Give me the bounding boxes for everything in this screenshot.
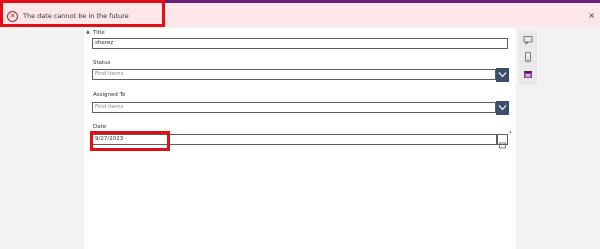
comment-icon[interactable]	[523, 35, 533, 45]
error-highlight-box	[0, 0, 165, 27]
date-label: Date	[93, 124, 107, 130]
title-label: Title	[93, 30, 105, 36]
assigned-to-label: Assigned To	[93, 92, 126, 98]
assigned-to-combobox[interactable]: Find items	[92, 102, 496, 113]
status-combobox[interactable]: Find items	[92, 69, 496, 80]
calendar-icon[interactable]	[523, 69, 533, 79]
collapse-caret-icon[interactable]: ▲	[86, 29, 90, 35]
chevron-down-icon	[498, 72, 507, 78]
date-picker-button[interactable]	[497, 134, 508, 149]
status-dropdown-button[interactable]	[496, 68, 509, 82]
required-marker: *	[509, 131, 512, 137]
status-label: Status	[93, 60, 111, 66]
phone-icon[interactable]	[523, 52, 533, 62]
chevron-down-icon	[498, 105, 507, 111]
title-input[interactable]: sherez	[92, 38, 508, 49]
assigned-to-dropdown-button[interactable]	[496, 101, 509, 115]
close-icon[interactable]: ×	[588, 11, 595, 21]
date-highlight-box	[90, 131, 170, 151]
right-rail	[519, 31, 537, 85]
calendar-icon	[499, 142, 506, 149]
